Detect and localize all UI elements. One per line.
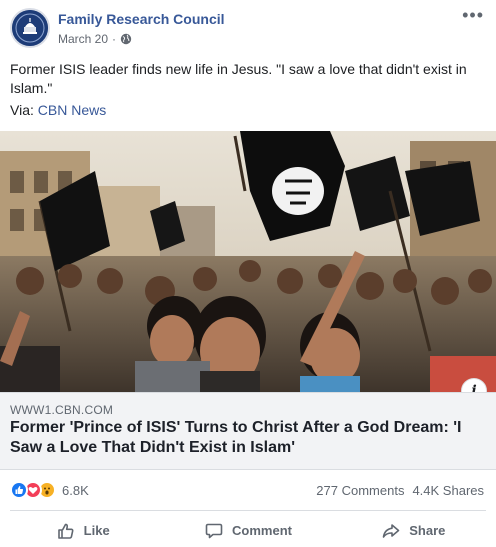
page-name-link[interactable]: Family Research Council xyxy=(58,11,225,27)
like-reaction-icon xyxy=(10,481,28,499)
via-line: Via: CBN News xyxy=(10,102,106,118)
share-label: Share xyxy=(409,523,446,538)
share-arrow-icon xyxy=(382,523,400,538)
like-label: Like xyxy=(83,523,110,538)
link-domain: WWW1.CBN.COM xyxy=(10,403,114,417)
reactions-summary[interactable]: 6.8K xyxy=(10,481,89,499)
link-headline[interactable]: Former 'Prince of ISIS' Turns to Christ … xyxy=(10,418,486,458)
like-button[interactable]: Like xyxy=(0,514,165,547)
reaction-count: 6.8K xyxy=(62,482,89,498)
comments-count-link[interactable]: 277 Comments xyxy=(316,483,404,498)
post-text: Former ISIS leader finds new life in Jes… xyxy=(10,61,467,96)
meta-separator: · xyxy=(112,32,117,46)
more-options-icon[interactable]: ••• xyxy=(462,6,484,24)
globe-icon xyxy=(120,33,132,45)
actions-divider xyxy=(10,510,486,511)
protest-crowd-photo xyxy=(0,131,496,392)
via-source-link[interactable]: CBN News xyxy=(38,102,106,118)
comment-button[interactable]: Comment xyxy=(165,514,330,547)
thumbs-up-icon xyxy=(57,523,74,539)
link-preview-card[interactable]: WWW1.CBN.COM Former 'Prince of ISIS' Tur… xyxy=(0,392,496,470)
post-actions: Like Comment Share xyxy=(0,514,496,547)
link-preview-image[interactable] xyxy=(0,131,496,392)
shares-count-link[interactable]: 4.4K Shares xyxy=(412,483,484,498)
comment-label: Comment xyxy=(232,523,292,538)
post-header: Family Research Council March 20 · ••• xyxy=(0,0,496,56)
share-button[interactable]: Share xyxy=(331,514,496,547)
via-label: Via: xyxy=(10,102,34,118)
post-date[interactable]: March 20 xyxy=(58,32,108,46)
engagement-bar: 6.8K 277 Comments 4.4K Shares xyxy=(0,470,496,508)
page-avatar[interactable] xyxy=(10,8,50,48)
post-meta: March 20 · xyxy=(58,32,132,46)
comment-bubble-icon xyxy=(205,523,223,538)
engagement-counts: 277 Comments 4.4K Shares xyxy=(316,483,484,498)
capitol-logo-icon xyxy=(12,10,48,46)
